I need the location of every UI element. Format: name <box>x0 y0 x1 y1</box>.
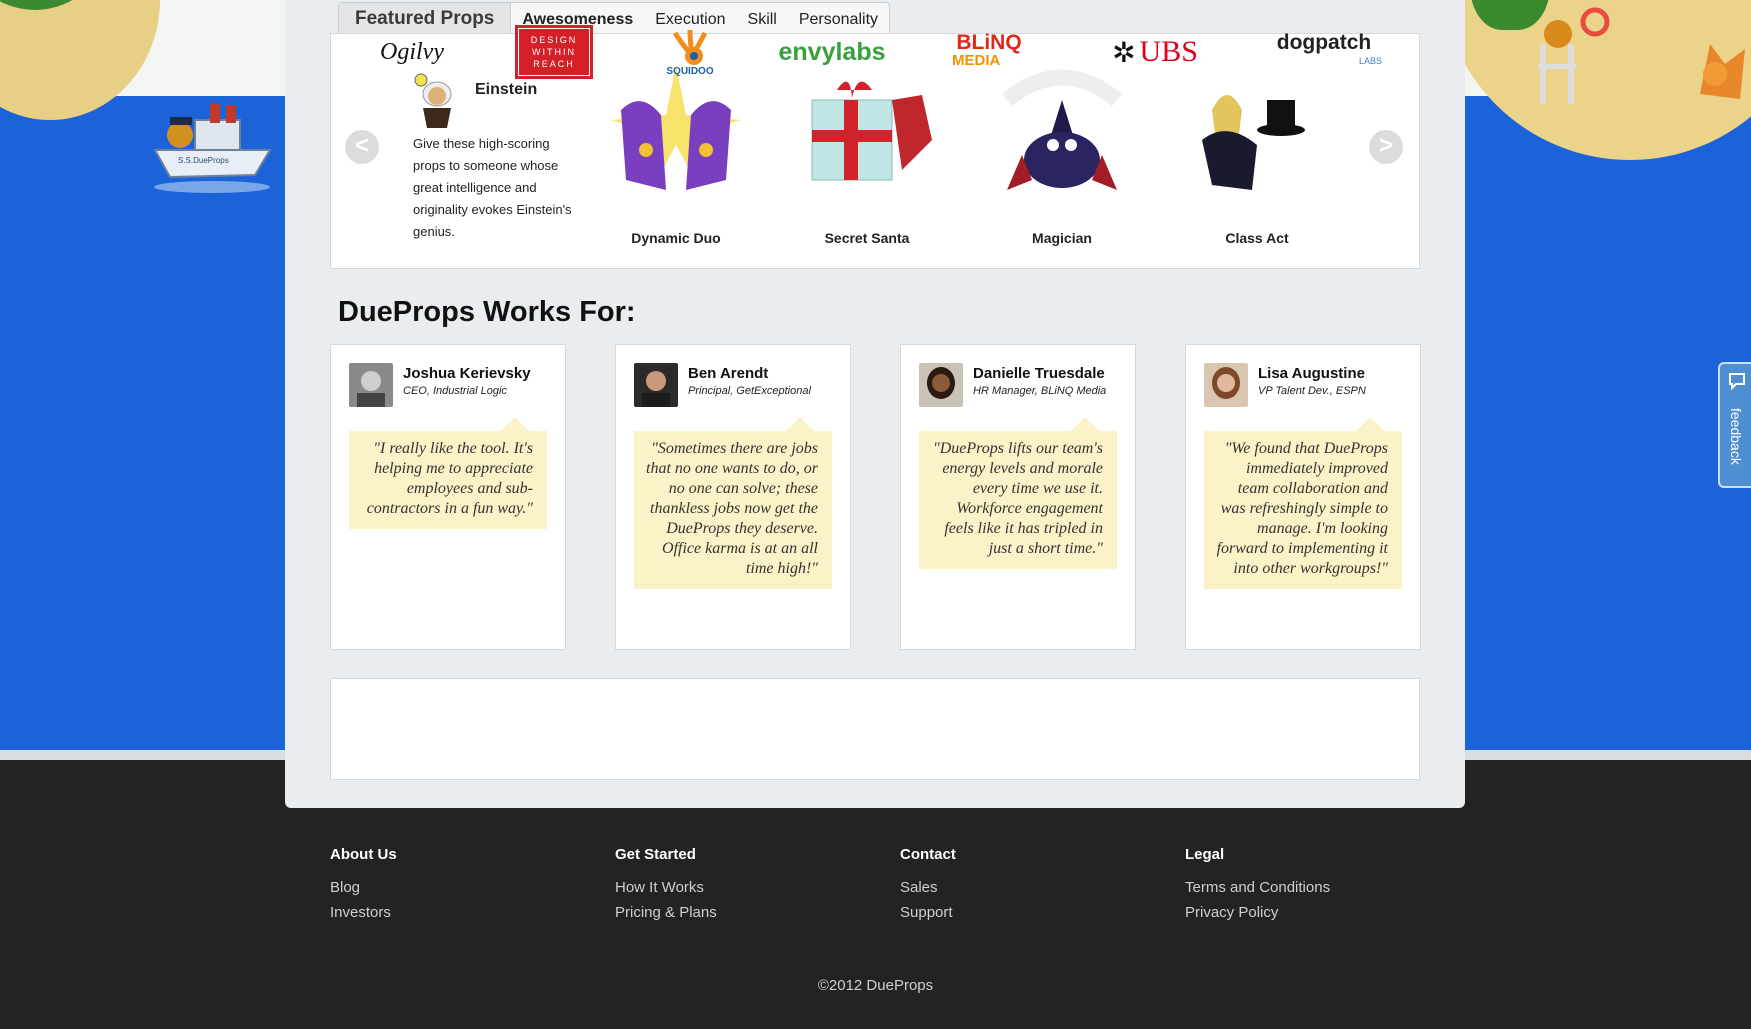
prop-magician[interactable]: Magician <box>977 60 1147 250</box>
squidoo-logo-text: SQUIDOO <box>666 65 714 77</box>
ogilvy-logo-text: Ogilvy <box>380 38 444 65</box>
squidoo-icon <box>672 29 708 65</box>
footer-link-pricing[interactable]: Pricing & Plans <box>615 900 717 925</box>
dogpatch-labs-text: LABS <box>1358 56 1382 66</box>
footer-column-legal: Legal Terms and Conditions Privacy Polic… <box>1185 846 1330 925</box>
dwr-line: DESIGN <box>530 35 578 45</box>
footer-heading: Contact <box>900 846 956 863</box>
footer-link-how-it-works[interactable]: How It Works <box>615 875 717 900</box>
avatar <box>634 363 678 407</box>
footer-heading: Get Started <box>615 846 696 863</box>
avatar <box>349 363 393 407</box>
testimonial-title: Principal, GetExceptional <box>688 385 811 397</box>
footer-link-support[interactable]: Support <box>900 900 956 925</box>
testimonial-quote: "DueProps lifts our team's energy levels… <box>919 417 1117 569</box>
dwr-line: WITHIN <box>532 47 576 57</box>
design-within-reach-logo: DESIGN WITHIN REACH <box>514 24 594 80</box>
ship-illustration: S.S.DueProps <box>153 103 272 193</box>
avatar <box>1204 363 1248 407</box>
ubs-keys-icon: ✲ <box>1112 36 1136 68</box>
testimonial-title: HR Manager, BLiNQ Media <box>973 385 1107 397</box>
prop-label: Secret Santa <box>824 230 910 246</box>
footer-column-contact: Contact Sales Support <box>900 846 956 925</box>
footer-column-about: About Us Blog Investors <box>330 846 397 925</box>
testimonial-title: VP Talent Dev., ESPN <box>1258 385 1366 397</box>
blinq-media-logo: BLiNQ MEDIA <box>948 24 1030 80</box>
prop-label: Dynamic Duo <box>631 230 721 246</box>
dogpatch-logo-text: dogpatch <box>1276 31 1372 54</box>
testimonial-title: CEO, Industrial Logic <box>403 385 507 397</box>
footer-link-sales[interactable]: Sales <box>900 875 956 900</box>
secret-santa-icon <box>811 81 932 181</box>
testimonial-name: Joshua Kerievsky <box>403 365 531 382</box>
feedback-tab[interactable]: feedback <box>1718 362 1751 488</box>
testimonial-card: Lisa Augustine VP Talent Dev., ESPN "We … <box>1185 344 1421 650</box>
footer-column-get-started: Get Started How It Works Pricing & Plans <box>615 846 717 925</box>
prop-dynamic-duo[interactable]: Dynamic Duo <box>591 60 761 250</box>
ubs-logo: ✲ UBS <box>1100 24 1210 80</box>
footer-heading: About Us <box>330 846 397 863</box>
feedback-icon <box>1729 373 1745 391</box>
testimonial-name: Lisa Augustine <box>1258 365 1365 382</box>
tab-skill[interactable]: Skill <box>737 3 788 35</box>
ogilvy-logo: Ogilvy <box>372 24 452 80</box>
testimonial-quote: "Sometimes there are jobs that no one wa… <box>634 417 832 589</box>
testimonial-card: Ben Arendt Principal, GetExceptional "So… <box>615 344 851 650</box>
footer-link-investors[interactable]: Investors <box>330 900 397 925</box>
dogpatch-labs-logo: dogpatch LABS <box>1266 24 1382 80</box>
testimonial-name: Danielle Truesdale <box>973 365 1105 382</box>
testimonial-card: Joshua Kerievsky CEO, Industrial Logic "… <box>330 344 566 650</box>
dwr-line: REACH <box>533 59 575 69</box>
envylabs-logo: envylabs <box>779 24 886 80</box>
works-for-heading: DueProps Works For: <box>338 296 636 328</box>
client-logos-strip <box>330 678 1420 780</box>
prop-class-act[interactable]: Class Act <box>1172 60 1342 250</box>
prop-label: Magician <box>1032 230 1092 246</box>
feedback-label: feedback <box>1728 408 1744 465</box>
carousel-prev-button[interactable]: < <box>345 130 379 164</box>
testimonial-quote: "We found that DueProps immediately impr… <box>1204 417 1402 589</box>
ship-name-text: S.S.DueProps <box>178 156 229 165</box>
dynamic-duo-icon <box>611 65 741 190</box>
featured-prop-description: Give these high-scoring props to someone… <box>413 136 572 239</box>
carousel-next-button[interactable]: > <box>1369 130 1403 164</box>
avatar <box>919 363 963 407</box>
footer-link-blog[interactable]: Blog <box>330 875 397 900</box>
footer-heading: Legal <box>1185 846 1225 863</box>
featured-prop-title: Einstein <box>475 81 538 98</box>
prop-label: Class Act <box>1225 230 1289 246</box>
testimonial-quote: "I really like the tool. It's helping me… <box>349 417 547 529</box>
beach-characters-illustration <box>1538 7 1745 104</box>
blinq-media-text: MEDIA <box>952 52 1001 69</box>
blinq-logo-text: BLiNQ <box>956 31 1022 54</box>
footer-link-terms[interactable]: Terms and Conditions <box>1185 875 1330 900</box>
class-act-icon <box>1202 95 1305 190</box>
envylabs-logo-text: envylabs <box>778 37 886 66</box>
testimonial-card: Danielle Truesdale HR Manager, BLiNQ Med… <box>900 344 1136 650</box>
ubs-logo-text: UBS <box>1139 35 1198 68</box>
copyright-text: ©2012 DueProps <box>817 977 934 994</box>
testimonial-name: Ben Arendt <box>688 365 769 382</box>
magician-icon <box>1001 69 1123 190</box>
squidoo-logo: SQUIDOO <box>660 24 720 80</box>
footer-link-privacy[interactable]: Privacy Policy <box>1185 900 1330 925</box>
einstein-icon <box>414 73 452 128</box>
prop-secret-santa[interactable]: Secret Santa <box>782 60 952 250</box>
